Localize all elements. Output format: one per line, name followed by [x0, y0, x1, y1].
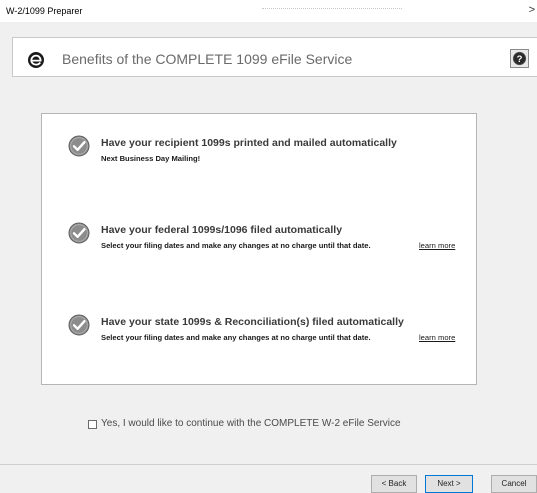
- benefit-subtitle: Select your filing dates and make any ch…: [101, 333, 371, 342]
- cancel-button[interactable]: Cancel: [491, 475, 537, 493]
- benefits-panel: Have your recipient 1099s printed and ma…: [41, 113, 477, 385]
- benefit-item-mailing: Have your recipient 1099s printed and ma…: [42, 135, 478, 185]
- checkmark-icon: [68, 222, 90, 244]
- benefit-item-state: Have your state 1099s & Reconciliation(s…: [42, 314, 478, 364]
- efile-e-icon: [27, 51, 44, 68]
- checkmark-icon: [68, 135, 90, 157]
- continue-service-label[interactable]: Yes, I would like to continue with the C…: [101, 418, 401, 429]
- benefit-title: Have your federal 1099s/1096 filed autom…: [101, 224, 343, 236]
- help-question-icon: ?: [511, 50, 528, 67]
- chevron-right-icon[interactable]: >: [529, 4, 535, 16]
- learn-more-link-state[interactable]: learn more: [419, 333, 455, 342]
- titlebar-divider: [262, 8, 402, 9]
- footer-divider: [0, 464, 537, 465]
- window-title: W-2/1099 Preparer: [6, 6, 83, 16]
- help-button[interactable]: ?: [510, 49, 529, 68]
- svg-text:?: ?: [517, 54, 523, 65]
- benefit-item-federal: Have your federal 1099s/1096 filed autom…: [42, 222, 478, 272]
- benefit-title: Have your state 1099s & Reconciliation(s…: [101, 316, 404, 328]
- window-titlebar: W-2/1099 Preparer >: [0, 0, 537, 22]
- learn-more-link-federal[interactable]: learn more: [419, 241, 455, 250]
- checkmark-icon: [68, 314, 90, 336]
- page-header: Benefits of the COMPLETE 1099 eFile Serv…: [12, 37, 537, 77]
- next-button[interactable]: Next >: [425, 475, 473, 493]
- back-button[interactable]: < Back: [371, 475, 417, 493]
- benefit-subtitle: Next Business Day Mailing!: [101, 154, 201, 163]
- benefit-subtitle: Select your filing dates and make any ch…: [101, 241, 371, 250]
- continue-service-checkbox[interactable]: [88, 420, 97, 429]
- benefit-title: Have your recipient 1099s printed and ma…: [101, 137, 397, 149]
- page-title: Benefits of the COMPLETE 1099 eFile Serv…: [62, 51, 353, 67]
